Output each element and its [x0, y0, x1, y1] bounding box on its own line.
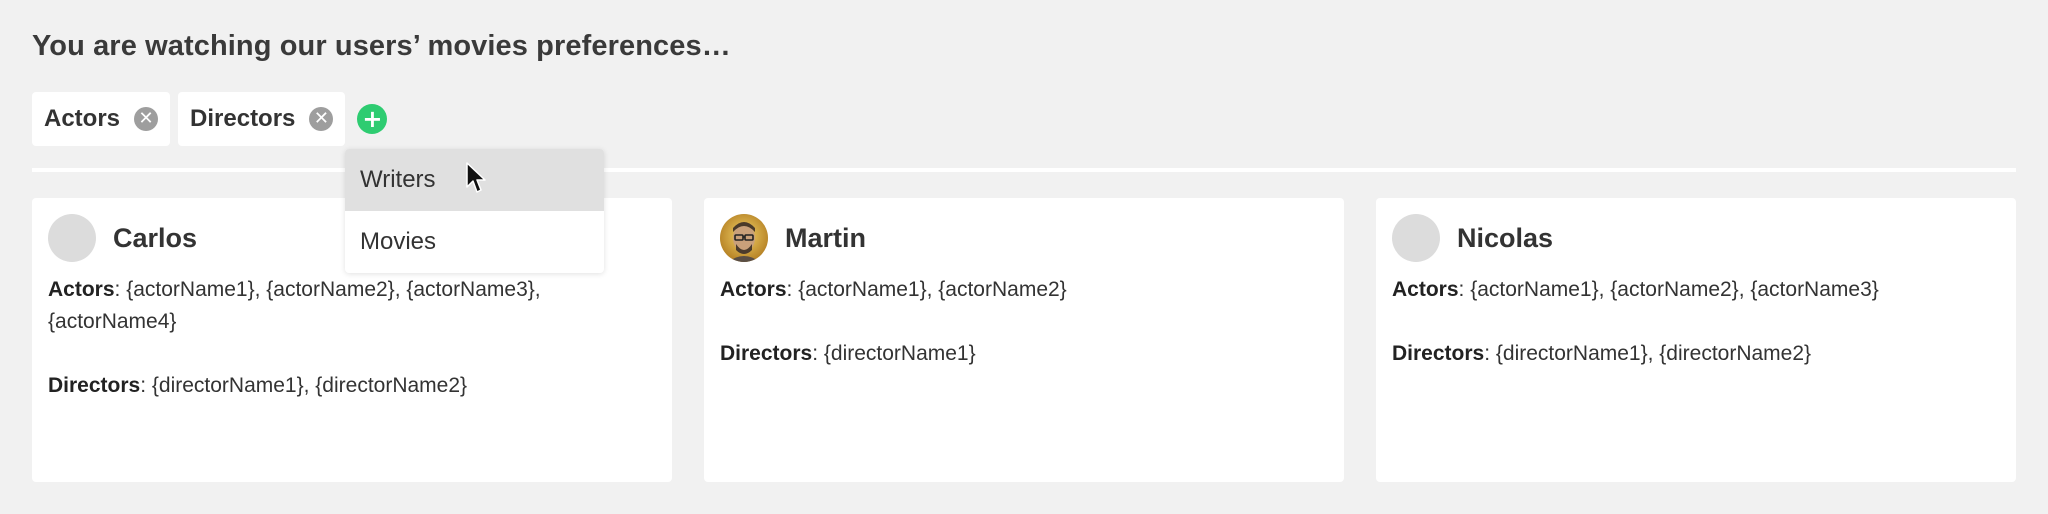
- directors-list: : {directorName1}: [812, 342, 976, 365]
- actors-list: : {actorName1}, {actorName2}, {actorName…: [1458, 278, 1879, 301]
- user-name: Nicolas: [1457, 222, 1554, 253]
- avatar: [720, 214, 768, 262]
- directors-label: Directors: [720, 342, 813, 365]
- user-name: Martin: [785, 222, 866, 253]
- filter-chip-directors: Directors ✕: [178, 92, 346, 146]
- actors-line: Actors: {actorName1}, {actorName2}: [720, 274, 1328, 306]
- filter-chips: Actors ✕ Directors ✕ +: [32, 92, 388, 146]
- avatar: [1392, 214, 1440, 262]
- filter-chip-actors: Actors ✕: [32, 92, 171, 146]
- close-icon[interactable]: ✕: [134, 107, 159, 131]
- directors-label: Directors: [48, 374, 141, 397]
- directors-line: Directors: {directorName1}: [720, 338, 1328, 370]
- actors-label: Actors: [720, 278, 787, 301]
- user-card-martin: Martin Actors: {actorName1}, {actorName2…: [704, 198, 1344, 482]
- directors-label: Directors: [1392, 342, 1485, 365]
- card-header: Nicolas: [1392, 214, 2000, 262]
- directors-line: Directors: {directorName1}, {directorNam…: [48, 370, 656, 402]
- directors-line: Directors: {directorName1}, {directorNam…: [1392, 338, 2000, 370]
- card-body: Actors: {actorName1}, {actorName2}, {act…: [48, 274, 656, 402]
- dropdown-item-movies[interactable]: Movies: [345, 211, 604, 273]
- plus-icon: +: [362, 105, 383, 133]
- actors-label: Actors: [1392, 278, 1459, 301]
- directors-list: : {directorName1}, {directorName2}: [140, 374, 468, 397]
- user-name: Carlos: [113, 222, 198, 253]
- actors-list: : {actorName1}, {actorName2}, {actorName…: [48, 278, 541, 333]
- add-filter-button[interactable]: +: [357, 104, 388, 134]
- card-header: Martin: [720, 214, 1328, 262]
- actors-line: Actors: {actorName1}, {actorName2}, {act…: [1392, 274, 2000, 306]
- avatar: [48, 214, 96, 262]
- user-card-nicolas: Nicolas Actors: {actorName1}, {actorName…: [1376, 198, 2016, 482]
- mouse-cursor-icon: [466, 162, 486, 193]
- card-body: Actors: {actorName1}, {actorName2} Direc…: [720, 274, 1328, 370]
- chip-label: Actors: [44, 105, 121, 132]
- card-body: Actors: {actorName1}, {actorName2}, {act…: [1392, 274, 2000, 370]
- divider: [32, 168, 2016, 172]
- actors-line: Actors: {actorName1}, {actorName2}, {act…: [48, 274, 656, 338]
- chip-label: Directors: [190, 105, 296, 132]
- actors-list: : {actorName1}, {actorName2}: [786, 278, 1067, 301]
- page-title: You are watching our users’ movies prefe…: [32, 30, 731, 62]
- avatar-photo: [720, 214, 768, 262]
- actors-label: Actors: [48, 278, 115, 301]
- close-icon[interactable]: ✕: [309, 107, 334, 131]
- directors-list: : {directorName1}, {directorName2}: [1484, 342, 1812, 365]
